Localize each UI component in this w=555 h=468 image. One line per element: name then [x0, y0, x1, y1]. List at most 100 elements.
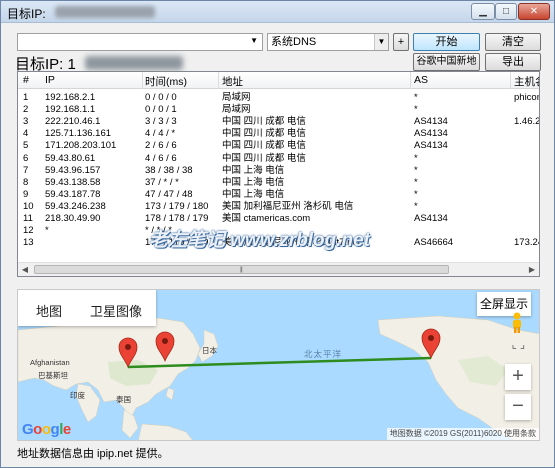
horizontal-scrollbar[interactable]: ◀ ||| ▶	[18, 262, 539, 276]
google-logo-letter: o	[33, 421, 42, 438]
cell-address: 局域网	[222, 104, 251, 116]
landmass-taiwan	[165, 387, 175, 401]
table-row[interactable]: 10 59.43.246.238 173 / 179 / 180 美国 加利福尼亚州 …	[18, 201, 539, 212]
cell-ip: 59.43.96.157	[45, 164, 101, 176]
cell-as: AS46664	[414, 237, 454, 249]
col-header-hostname[interactable]: 主机名	[514, 74, 539, 89]
column-divider[interactable]	[142, 72, 143, 89]
minimize-icon[interactable]: ▁	[471, 3, 495, 20]
cell-ip: 171.208.203.101	[45, 140, 117, 152]
zoom-out-button[interactable]: −	[505, 394, 531, 420]
cell-ip: 59.43.80.61	[45, 152, 96, 164]
col-header-as[interactable]: AS	[414, 74, 428, 86]
route-map[interactable]: Afghanistan 巴基斯坦 印度 泰国 日本 北太平洋 地图 卫星图像 全…	[17, 289, 540, 441]
cell-address: 中国 上海 电信	[222, 164, 285, 176]
table-row[interactable]: 8 59.43.138.58 37 / * / * 中国 上海 电信 *	[18, 177, 539, 188]
export-button[interactable]: 导出	[485, 53, 541, 71]
cell-ip: 59.43.246.238	[45, 200, 106, 212]
cell-address: 中国 四川 成都 电信	[222, 128, 306, 140]
column-divider[interactable]	[218, 72, 219, 89]
cell-time: 3 / 3 / 3	[145, 116, 177, 128]
map-label-pacific: 北太平洋	[304, 349, 343, 359]
col-header-ip[interactable]: IP	[45, 74, 55, 86]
table-row[interactable]: 9 59.43.187.78 47 / 47 / 48 中国 上海 电信 *	[18, 189, 539, 200]
tab-satellite[interactable]: 卫星图像	[90, 301, 142, 320]
google-map-button[interactable]: 谷歌中国新地图	[413, 53, 480, 83]
col-header-index[interactable]: #	[23, 74, 29, 86]
cell-index: 10	[23, 200, 34, 212]
cell-ip: 59.43.138.58	[45, 176, 101, 188]
cell-index: 13	[23, 237, 34, 249]
cell-address: 美国 ctamericas.com	[222, 213, 311, 224]
cell-index: 6	[23, 152, 29, 164]
cell-index: 1	[23, 92, 29, 103]
cell-time: 4 / 6 / 6	[145, 152, 177, 164]
cell-time: 173 / 179 / 180	[145, 200, 209, 212]
map-attribution[interactable]: 地图数据 ©2019 GS(2011)6020 使用条款	[386, 428, 539, 440]
cell-address: 美国 加利福尼亚州 洛杉矶 电信	[222, 200, 354, 212]
zoom-in-button[interactable]: +	[505, 364, 531, 390]
col-header-address[interactable]: 地址	[222, 74, 243, 89]
footer-note: 地址数据信息由 ipip.net 提供。	[17, 448, 169, 460]
start-button[interactable]: 开始	[413, 33, 480, 51]
column-divider[interactable]	[510, 72, 511, 89]
cell-as: AS4134	[414, 140, 448, 152]
map-label-afghanistan: Afghanistan	[30, 358, 70, 367]
dns-select[interactable]: 系统DNS ▼	[267, 33, 389, 51]
cell-as: AS4134	[414, 116, 448, 128]
cell-time: 178 / 178 / 179	[145, 213, 209, 224]
cell-time: 0 / 0 / 0	[145, 92, 177, 103]
maximize-icon[interactable]: □	[495, 3, 517, 20]
dns-select-value: 系统DNS	[271, 36, 317, 48]
window-title-redacted	[55, 6, 155, 18]
arrow-left-icon[interactable]: ◀	[18, 263, 32, 276]
cell-ip: 222.210.46.1	[45, 116, 101, 128]
cell-address: 中国 上海 电信	[222, 188, 285, 200]
map-label-india: 印度	[70, 391, 85, 400]
cell-ip: *	[45, 225, 49, 237]
close-icon[interactable]: ✕	[518, 3, 550, 20]
table-row[interactable]: 1 192.168.2.1 0 / 0 / 0 局域网 * phicomm	[18, 92, 539, 103]
cell-time: 37 / * / *	[145, 176, 179, 188]
main-window: 目标IP: ▁ □ ✕ ▼ 系统DNS ▼ + 开始 清空 目标IP: 1 谷歌…	[0, 0, 555, 468]
column-divider[interactable]	[410, 72, 411, 89]
watermark: 老左笔记 www.zrblog.net	[149, 230, 370, 251]
table-row[interactable]: 7 59.43.96.157 38 / 38 / 38 中国 上海 电信 *	[18, 165, 539, 176]
cell-as: *	[414, 92, 418, 103]
add-dns-button[interactable]: +	[393, 33, 409, 51]
arrow-right-icon[interactable]: ▶	[525, 263, 539, 276]
cell-as: AS4134	[414, 128, 448, 140]
table-row[interactable]: 2 192.168.1.1 0 / 0 / 1 局域网 *	[18, 104, 539, 115]
table-row[interactable]: 3 222.210.46.1 3 / 3 / 3 中国 四川 成都 电信 AS4134 1…	[18, 116, 539, 127]
title-bar[interactable]: 目标IP: ▁ □ ✕	[1, 1, 554, 23]
tab-map[interactable]: 地图	[36, 301, 62, 320]
table-row[interactable]: 11 218.30.49.90 178 / 178 / 179 美国 ctameric…	[18, 213, 539, 224]
cell-ip: 192.168.2.1	[45, 92, 96, 103]
clear-button[interactable]: 清空	[485, 33, 541, 51]
window-title: 目标IP:	[7, 7, 46, 21]
cell-time: 0 / 0 / 1	[145, 104, 177, 116]
map-label-pakistan: 巴基斯坦	[38, 371, 68, 380]
cell-hostname: 1.46.21	[514, 116, 540, 128]
scrollbar-thumb[interactable]: |||	[34, 265, 449, 274]
cell-time: 2 / 6 / 6	[145, 140, 177, 152]
table-row[interactable]: 5 171.208.203.101 2 / 6 / 6 中国 四川 成都 电信 AS41…	[18, 140, 539, 151]
google-logo-letter: g	[50, 421, 60, 438]
cell-index: 4	[23, 128, 29, 140]
google-logo[interactable]: Google	[22, 421, 71, 438]
cell-ip: 125.71.136.161	[45, 128, 112, 140]
table-row[interactable]: 4 125.71.136.161 4 / 4 / * 中国 四川 成都 电信 AS413…	[18, 128, 539, 139]
fullscreen-corner-icon[interactable]: ⌞ ⌟	[512, 338, 525, 351]
table-row[interactable]: 6 59.43.80.61 4 / 6 / 6 中国 四川 成都 电信 *	[18, 153, 539, 164]
col-header-time[interactable]: 时间(ms)	[145, 74, 187, 89]
target-input[interactable]: ▼	[17, 33, 263, 51]
cell-index: 3	[23, 116, 29, 128]
cell-index: 9	[23, 188, 29, 200]
cell-address: 中国 四川 成都 电信	[222, 152, 306, 164]
landmass-indonesia	[138, 423, 193, 440]
dropdown-arrow-icon[interactable]: ▼	[250, 36, 258, 45]
cell-as: *	[414, 164, 418, 176]
cell-as: *	[414, 152, 418, 164]
cell-time: 4 / 4 / *	[145, 128, 176, 140]
pegman-icon[interactable]	[509, 312, 525, 334]
